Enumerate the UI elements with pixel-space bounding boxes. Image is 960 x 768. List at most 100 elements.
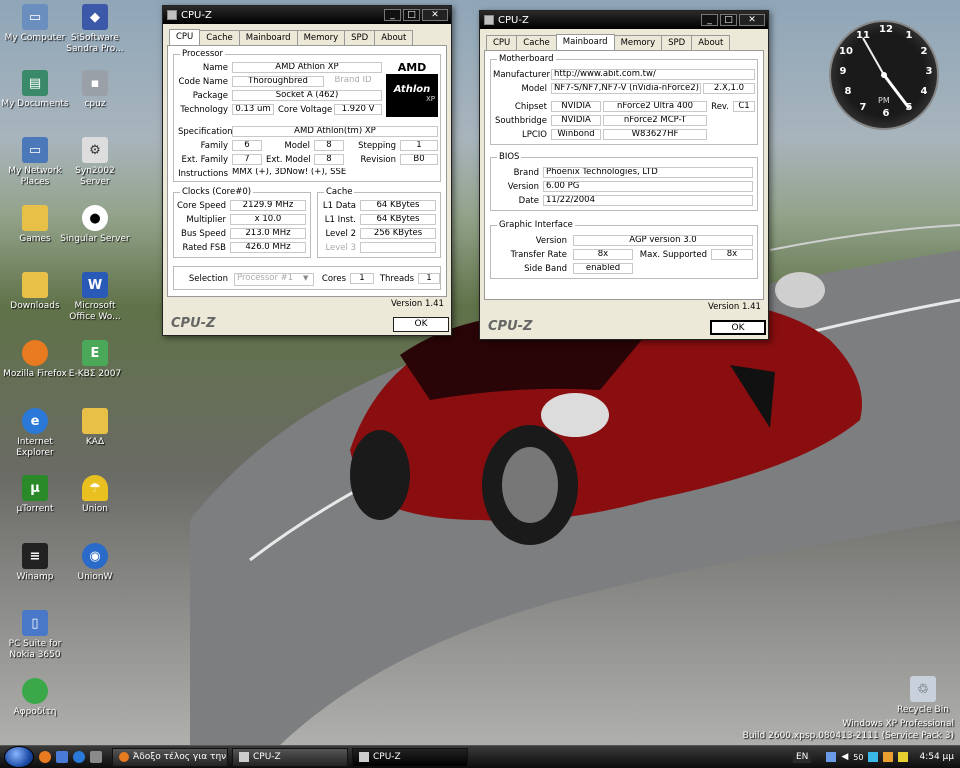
phone-icon: ▯ [22, 610, 48, 636]
title-bar[interactable]: CPU-Z _ □ ✕ [480, 11, 768, 29]
tab-memory[interactable]: Memory [296, 30, 346, 46]
utorrent-icon: µ [22, 475, 48, 501]
cores-value: 1 [350, 273, 374, 284]
desktop-icon-ekbs[interactable]: E E-ΚΒΣ 2007 [60, 340, 130, 380]
app-icon [167, 10, 177, 20]
close-button[interactable]: ✕ [739, 14, 765, 26]
lpcio-vendor-value: Winbond [551, 129, 601, 140]
tab-cache[interactable]: Cache [199, 30, 240, 46]
ekbs-icon: E [82, 340, 108, 366]
start-button[interactable] [4, 746, 34, 768]
minimize-button[interactable]: _ [384, 9, 401, 21]
desktop-icon-unionw[interactable]: ◉ UnionW [60, 543, 130, 583]
revision-value: B0 [400, 154, 438, 165]
l1-data-value: 64 KBytes [360, 200, 436, 211]
taskbar: Άδοξο τέλος για την ... CPU-Z CPU-Z EN ◀… [0, 745, 960, 768]
documents-icon: ▤ [22, 70, 48, 96]
cpuz-window-cpu[interactable]: CPU-Z _ □ ✕ CPU Cache Mainboard Memory S… [162, 5, 452, 336]
desktop-icon-union[interactable]: ☂ Union [60, 475, 130, 515]
tray-app-icon[interactable] [898, 752, 909, 762]
speaker-icon[interactable]: ◀ [841, 752, 848, 762]
windows-version-line2: Build 2600.xpsp.080413-2111 (Service Pac… [742, 731, 954, 741]
tab-cpu[interactable]: CPU [486, 35, 518, 51]
tab-about[interactable]: About [691, 35, 731, 51]
tab-mainboard[interactable]: Mainboard [555, 34, 615, 51]
desktop-icon-sisoftware[interactable]: ◆ SiSoftware Sandra Pro... [60, 4, 130, 55]
internet-explorer-icon[interactable] [73, 751, 85, 763]
model-value: 8 [314, 140, 344, 151]
version-label: Version 1.41 [708, 302, 761, 312]
bus-speed-value: 213.0 MHz [230, 228, 306, 239]
brand-id-label: Brand ID [324, 76, 382, 87]
firefox-icon[interactable] [39, 751, 51, 763]
tab-strip: CPU Cache Mainboard Memory SPD About [169, 29, 451, 46]
soccer-ball-icon: ● [82, 205, 108, 231]
tab-memory[interactable]: Memory [613, 35, 663, 51]
clock-gadget[interactable]: 12 1 2 3 4 5 6 7 8 9 10 11 PM [829, 20, 939, 130]
graphic-version-value: AGP version 3.0 [573, 235, 753, 246]
folder-icon [22, 205, 48, 231]
firefox-icon [119, 752, 129, 762]
tab-spd[interactable]: SPD [661, 35, 693, 51]
ok-button[interactable]: OK [710, 320, 766, 335]
ext-model-value: 8 [314, 154, 344, 165]
ok-button[interactable]: OK [393, 317, 449, 332]
tab-spd[interactable]: SPD [344, 30, 376, 46]
cpuz-window-mainboard[interactable]: CPU-Z _ □ ✕ CPU Cache Mainboard Memory S… [479, 10, 769, 340]
package-value: Socket A (462) [232, 90, 382, 101]
close-button[interactable]: ✕ [422, 9, 448, 21]
globe-icon: ◉ [82, 543, 108, 569]
window-title: CPU-Z [498, 14, 529, 26]
desktop-icon-singular-server[interactable]: ● Singular Server [60, 205, 130, 245]
southbridge-vendor-value: NVIDIA [551, 115, 601, 126]
multiplier-value: x 10.0 [230, 214, 306, 225]
tab-cpu[interactable]: CPU [169, 29, 201, 46]
desktop-icon-recycle-bin[interactable]: ♲ Recycle Bin [888, 676, 958, 716]
internet-explorer-icon: e [22, 408, 48, 434]
language-indicator[interactable]: EN [792, 751, 812, 763]
taskbar-item-cpuz-1[interactable]: CPU-Z [232, 747, 348, 767]
bios-brand-value: Phoenix Technologies, LTD [543, 167, 753, 178]
tray-app-icon[interactable] [883, 752, 894, 762]
desktop-icon-word[interactable]: W Microsoft Office Wo... [60, 272, 130, 323]
switch-windows-icon[interactable] [90, 751, 102, 763]
network-icon[interactable] [826, 752, 837, 762]
level3-value [360, 242, 436, 253]
processor-select[interactable]: Processor #1 [234, 273, 314, 286]
tab-about[interactable]: About [374, 30, 414, 46]
core-voltage-value: 1.920 V [334, 104, 382, 115]
system-tray: EN ◀ 50 4:54 μμ [787, 746, 960, 768]
recycle-bin-icon: ♲ [910, 676, 936, 702]
tab-cache[interactable]: Cache [516, 35, 557, 51]
server-icon: ⚙ [82, 137, 108, 163]
maximize-button[interactable]: □ [403, 9, 420, 21]
maximize-button[interactable]: □ [720, 14, 737, 26]
clock-time[interactable]: 4:54 μμ [919, 752, 954, 762]
chevron-down-icon: ▼ [303, 274, 309, 282]
processor-group: Processor Name AMD Athlon XP Code Name T… [173, 49, 441, 182]
cpuz-icon [239, 752, 249, 762]
desktop-icon-pc-suite[interactable]: ▯ PC Suite for Nokia 3650 [0, 610, 70, 661]
show-desktop-icon[interactable] [56, 751, 68, 763]
title-bar[interactable]: CPU-Z _ □ ✕ [163, 6, 451, 24]
umbrella-icon: ☂ [82, 475, 108, 501]
tray-app-icon[interactable] [868, 752, 879, 762]
car-grille [730, 365, 775, 428]
minimize-button[interactable]: _ [701, 14, 718, 26]
threads-value: 1 [418, 273, 440, 284]
graphic-interface-group: Graphic Interface Version AGP version 3.… [490, 220, 758, 279]
desktop-icon-kad[interactable]: ΚΑΔ [60, 408, 130, 448]
folder-icon [22, 272, 48, 298]
desktop-icon-afroditi[interactable]: Αφροδίτη [0, 678, 70, 718]
amd-athlon-logo: AMD Athlon XP [386, 61, 438, 117]
tab-mainboard[interactable]: Mainboard [238, 30, 298, 46]
taskbar-item-cpuz-2[interactable]: CPU-Z [352, 747, 468, 767]
version-label: Version 1.41 [391, 299, 444, 309]
taskbar-item-firefox[interactable]: Άδοξο τέλος για την ... [112, 747, 228, 767]
ext-family-value: 7 [232, 154, 262, 165]
cpuz-brand: CPU-Z [488, 319, 533, 334]
code-name-value: Thoroughbred [232, 76, 324, 87]
car-front-wheel [482, 425, 578, 545]
desktop-icon-syn2002[interactable]: ⚙ Syn2002 Server [60, 137, 130, 188]
desktop-icon-cpuz[interactable]: ▪ cpuz [60, 70, 130, 110]
